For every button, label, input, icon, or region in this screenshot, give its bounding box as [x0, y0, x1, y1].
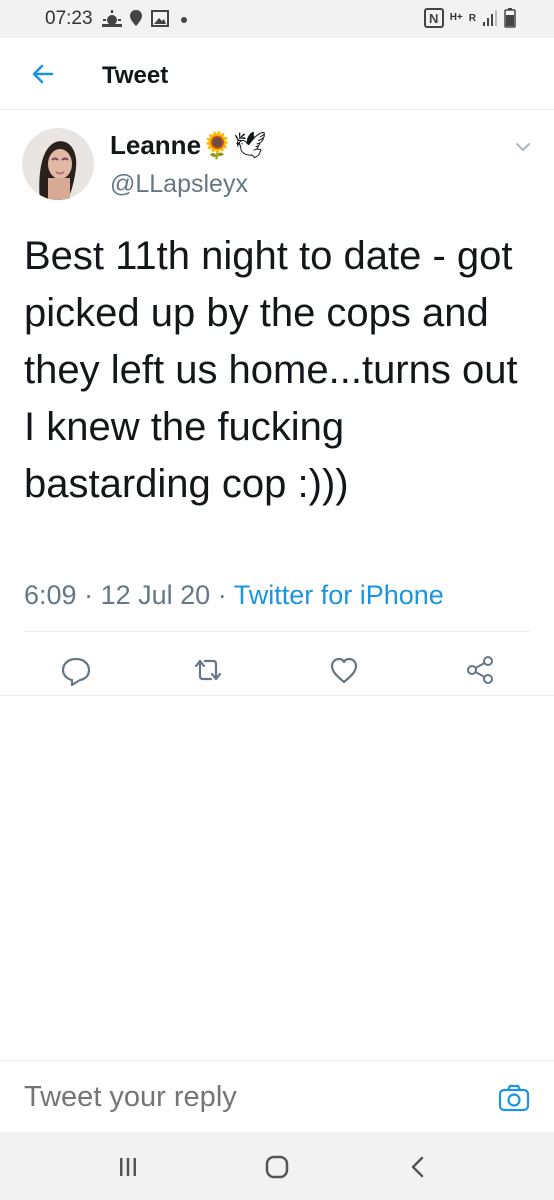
tweet-time: 6:09: [24, 580, 77, 610]
status-right: N H+ R: [423, 7, 516, 29]
back-arrow-icon[interactable]: [24, 58, 60, 90]
retweet-icon[interactable]: [188, 650, 228, 690]
back-nav-icon[interactable]: [402, 1152, 434, 1182]
location-icon: [130, 10, 142, 26]
like-icon[interactable]: [324, 650, 364, 690]
avatar[interactable]: [22, 128, 94, 200]
page-title: Tweet: [102, 62, 169, 89]
camera-icon[interactable]: [498, 1083, 530, 1113]
tweet-actions: [0, 642, 554, 696]
tweet-source-link[interactable]: Twitter for iPhone: [234, 580, 444, 610]
display-name-text: Leanne: [110, 130, 202, 160]
reply-composer: [0, 1060, 554, 1132]
recent-apps-icon[interactable]: [112, 1152, 144, 1182]
weather-icon: [102, 10, 122, 27]
top-app-bar: Tweet: [0, 38, 554, 110]
roaming-indicator: R: [468, 12, 476, 24]
system-nav-bar: [0, 1132, 554, 1200]
signal-icon: [483, 10, 497, 26]
image-notification-icon: [151, 10, 169, 27]
share-icon[interactable]: [460, 650, 500, 690]
meta-separator: ·: [84, 580, 94, 610]
divider: [0, 695, 554, 696]
svg-text:N: N: [429, 11, 438, 26]
nfc-icon: N: [423, 8, 444, 28]
chevron-down-icon[interactable]: [512, 136, 534, 158]
meta-separator: ·: [217, 580, 227, 610]
tweet-meta: 6:09 · 12 Jul 20 · Twitter for iPhone: [24, 580, 444, 611]
status-time: 07:23: [45, 8, 93, 29]
more-notifications-icon: [181, 17, 187, 23]
battery-icon: [504, 8, 516, 28]
reply-icon[interactable]: [56, 650, 96, 690]
status-bar: 07:23 N H+ R: [0, 0, 554, 38]
network-type: H+: [449, 12, 463, 23]
display-name[interactable]: Leanne🌻🕊: [110, 130, 266, 161]
tweet-text: Best 11th night to date - got picked up …: [24, 234, 518, 506]
user-handle[interactable]: @LLapsleyx: [110, 170, 248, 199]
name-emojis: 🌻🕊: [201, 130, 267, 160]
reply-input[interactable]: [24, 1081, 464, 1114]
tweet-date: 12 Jul 20: [100, 580, 211, 610]
divider: [24, 631, 530, 632]
home-icon[interactable]: [261, 1152, 293, 1182]
